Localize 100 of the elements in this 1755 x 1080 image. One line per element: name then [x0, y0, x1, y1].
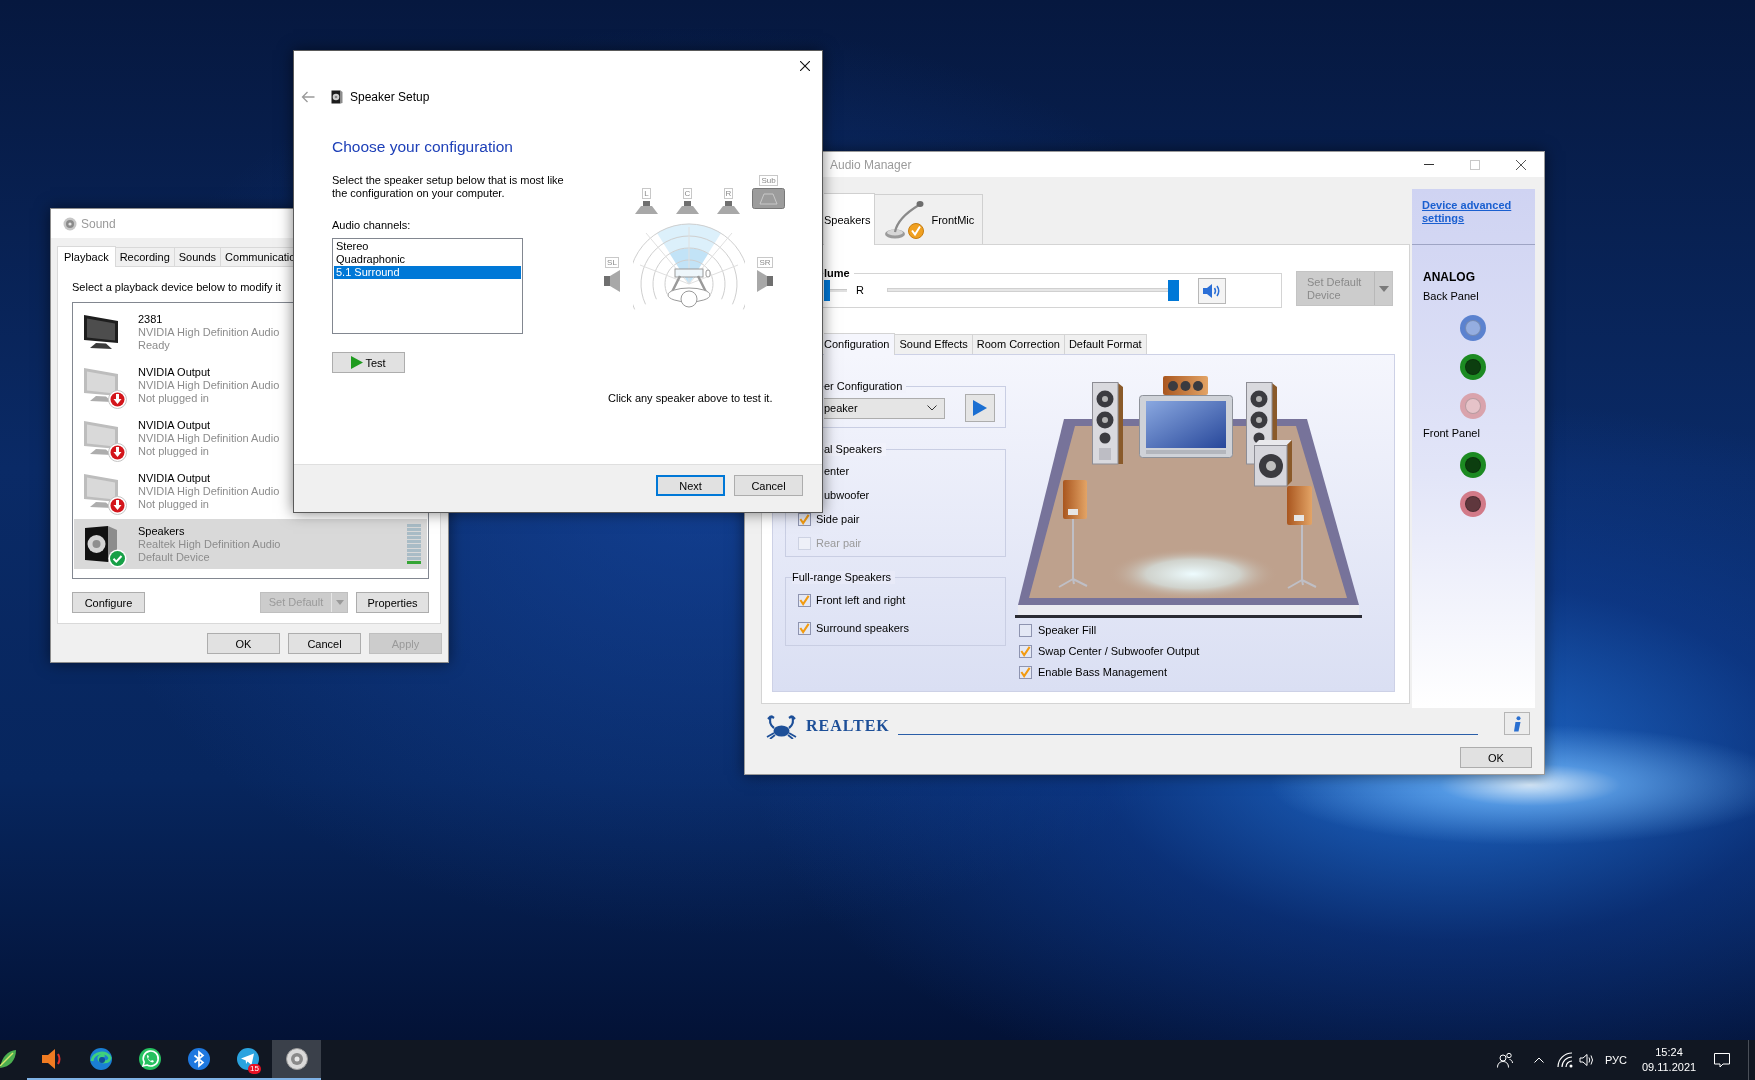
paper-plane-icon: [235, 1047, 260, 1071]
chevron-up-icon[interactable]: [1534, 1057, 1544, 1063]
tab[interactable]: Default Format: [1063, 334, 1147, 354]
link[interactable]: Device advanced settings: [1422, 199, 1522, 225]
test-button[interactable]: Test: [332, 352, 405, 373]
speaker-button[interactable]: C: [676, 188, 699, 214]
speaker-icon: [757, 270, 773, 292]
device-status: Not plugged in: [138, 444, 210, 458]
device-status: Default Device: [138, 550, 211, 564]
check-icon: [799, 594, 810, 606]
brand-name: REALTEK: [806, 716, 890, 735]
volume-slider[interactable]: [887, 280, 1179, 301]
speaker-button[interactable]: Sub: [752, 175, 785, 209]
device-item[interactable]: NVIDIA Output NVIDIA High Definition Audio Not plugged in: [74, 413, 280, 463]
cancel-button[interactable]: Cancel: [734, 475, 803, 496]
device-name: Speakers: [138, 524, 186, 538]
group-label: lume: [824, 267, 854, 280]
tab[interactable]: Recording: [114, 247, 175, 266]
tab[interactable]: Room Correction: [971, 334, 1065, 354]
check-icon: [799, 622, 810, 634]
checkbox-label: ubwoofer: [824, 488, 870, 502]
tower-speaker[interactable]: [1092, 382, 1123, 465]
tab[interactable]: Configuration: [824, 333, 896, 355]
instruction-text: Select a playback device below to modify it: [72, 280, 282, 294]
ok-button[interactable]: OK: [207, 633, 280, 654]
properties-button[interactable]: Properties: [356, 592, 429, 613]
speaker-disc-icon: [284, 1047, 309, 1071]
checkbox-label: Rear pair: [816, 536, 862, 550]
caret-down-icon: [335, 600, 344, 605]
device-driver: NVIDIA High Definition Audio: [138, 325, 280, 339]
device-driver: NVIDIA High Definition Audio: [138, 431, 280, 445]
tab[interactable]: Sound Effects: [894, 334, 973, 354]
device-item[interactable]: NVIDIA Output NVIDIA High Definition Audio Not plugged in: [74, 466, 280, 516]
device-tab[interactable]: Speakers: [824, 193, 876, 245]
speaker-button[interactable]: R: [717, 188, 740, 214]
device-status: Ready: [138, 338, 171, 352]
window-title: Audio Manager: [830, 157, 912, 172]
next-button[interactable]: Next: [656, 475, 725, 496]
down-arrow-badge-icon: [108, 443, 127, 462]
subwoofer[interactable]: [1254, 440, 1292, 487]
audio-jack-icon[interactable]: [1460, 452, 1486, 478]
check-icon: [1020, 646, 1031, 657]
cancel-button[interactable]: Cancel: [288, 633, 361, 654]
check-badge-icon: [108, 549, 127, 568]
info-button[interactable]: [1504, 712, 1530, 735]
satellite-speaker[interactable]: [1058, 480, 1088, 588]
speaker-button[interactable]: SL: [604, 257, 620, 292]
check-badge-icon: [908, 223, 925, 239]
checkbox-label: Side pair: [816, 512, 860, 526]
notification-icon[interactable]: [1714, 1052, 1730, 1068]
configure-button[interactable]: Configure: [72, 592, 145, 613]
device-name: 2381: [138, 312, 164, 326]
dropdown[interactable]: peaker: [824, 397, 945, 419]
center-speaker[interactable]: [1163, 376, 1208, 395]
speaker-disc-icon: [63, 216, 77, 231]
checkbox[interactable]: [798, 593, 811, 607]
checkbox[interactable]: [1019, 645, 1032, 658]
mute-button[interactable]: [1198, 277, 1226, 304]
list-option[interactable]: Quadraphonic: [334, 253, 521, 266]
list-option[interactable]: Stereo: [334, 240, 521, 253]
device-item[interactable]: 2381 NVIDIA High Definition Audio Ready: [74, 307, 280, 357]
checkbox[interactable]: [798, 621, 811, 635]
wifi-icon[interactable]: [1557, 1052, 1573, 1068]
audio-jack-icon[interactable]: [1460, 491, 1486, 517]
check-icon: [1020, 667, 1031, 678]
device-name: NVIDIA Output: [138, 418, 212, 432]
audio-jack-icon[interactable]: [1460, 354, 1486, 380]
ok-button[interactable]: OK: [1460, 747, 1532, 768]
language-indicator[interactable]: РУС: [1605, 1054, 1629, 1066]
checkbox-label: Surround speakers: [816, 621, 909, 635]
down-arrow-badge-icon: [108, 390, 127, 409]
chevron-down-icon: [927, 405, 937, 411]
swirl-icon: [88, 1047, 113, 1071]
speaker-icon: [1202, 282, 1222, 299]
device-item[interactable]: Speakers Realtek High Definition Audio Default Device: [74, 519, 427, 569]
speaker-button[interactable]: L: [635, 188, 658, 214]
down-arrow-badge-icon: [108, 496, 127, 515]
clock-date[interactable]: 09.11.2021: [1641, 1060, 1697, 1075]
list-option[interactable]: 5.1 Surround: [334, 266, 521, 279]
device-item[interactable]: NVIDIA Output NVIDIA High Definition Audio Not plugged in: [74, 360, 280, 410]
play-icon: [351, 356, 364, 369]
tab[interactable]: Playback: [57, 246, 116, 267]
speaker-icon: [676, 201, 699, 214]
close-icon: [1516, 159, 1526, 170]
taskbar-button[interactable]: [272, 1040, 321, 1080]
checkbox[interactable]: [1019, 666, 1032, 679]
device-tab[interactable]: FrontMic: [874, 194, 984, 244]
subwoofer-icon: [752, 188, 785, 209]
people-icon[interactable]: [1497, 1052, 1513, 1068]
speaker-button[interactable]: SR: [757, 257, 773, 292]
volume-icon[interactable]: [1579, 1052, 1595, 1068]
checkbox[interactable]: [1019, 624, 1032, 637]
notification-badge: 15: [248, 1064, 261, 1074]
group-label: Full-range Speakers: [792, 571, 896, 584]
clock-time[interactable]: 15:24: [1655, 1045, 1683, 1060]
speaker-icon: [604, 270, 620, 292]
section-label: Back Panel: [1422, 290, 1479, 303]
caret-down-icon: [1378, 285, 1389, 292]
balance-slider[interactable]: [824, 280, 847, 301]
play-button[interactable]: [965, 394, 995, 422]
